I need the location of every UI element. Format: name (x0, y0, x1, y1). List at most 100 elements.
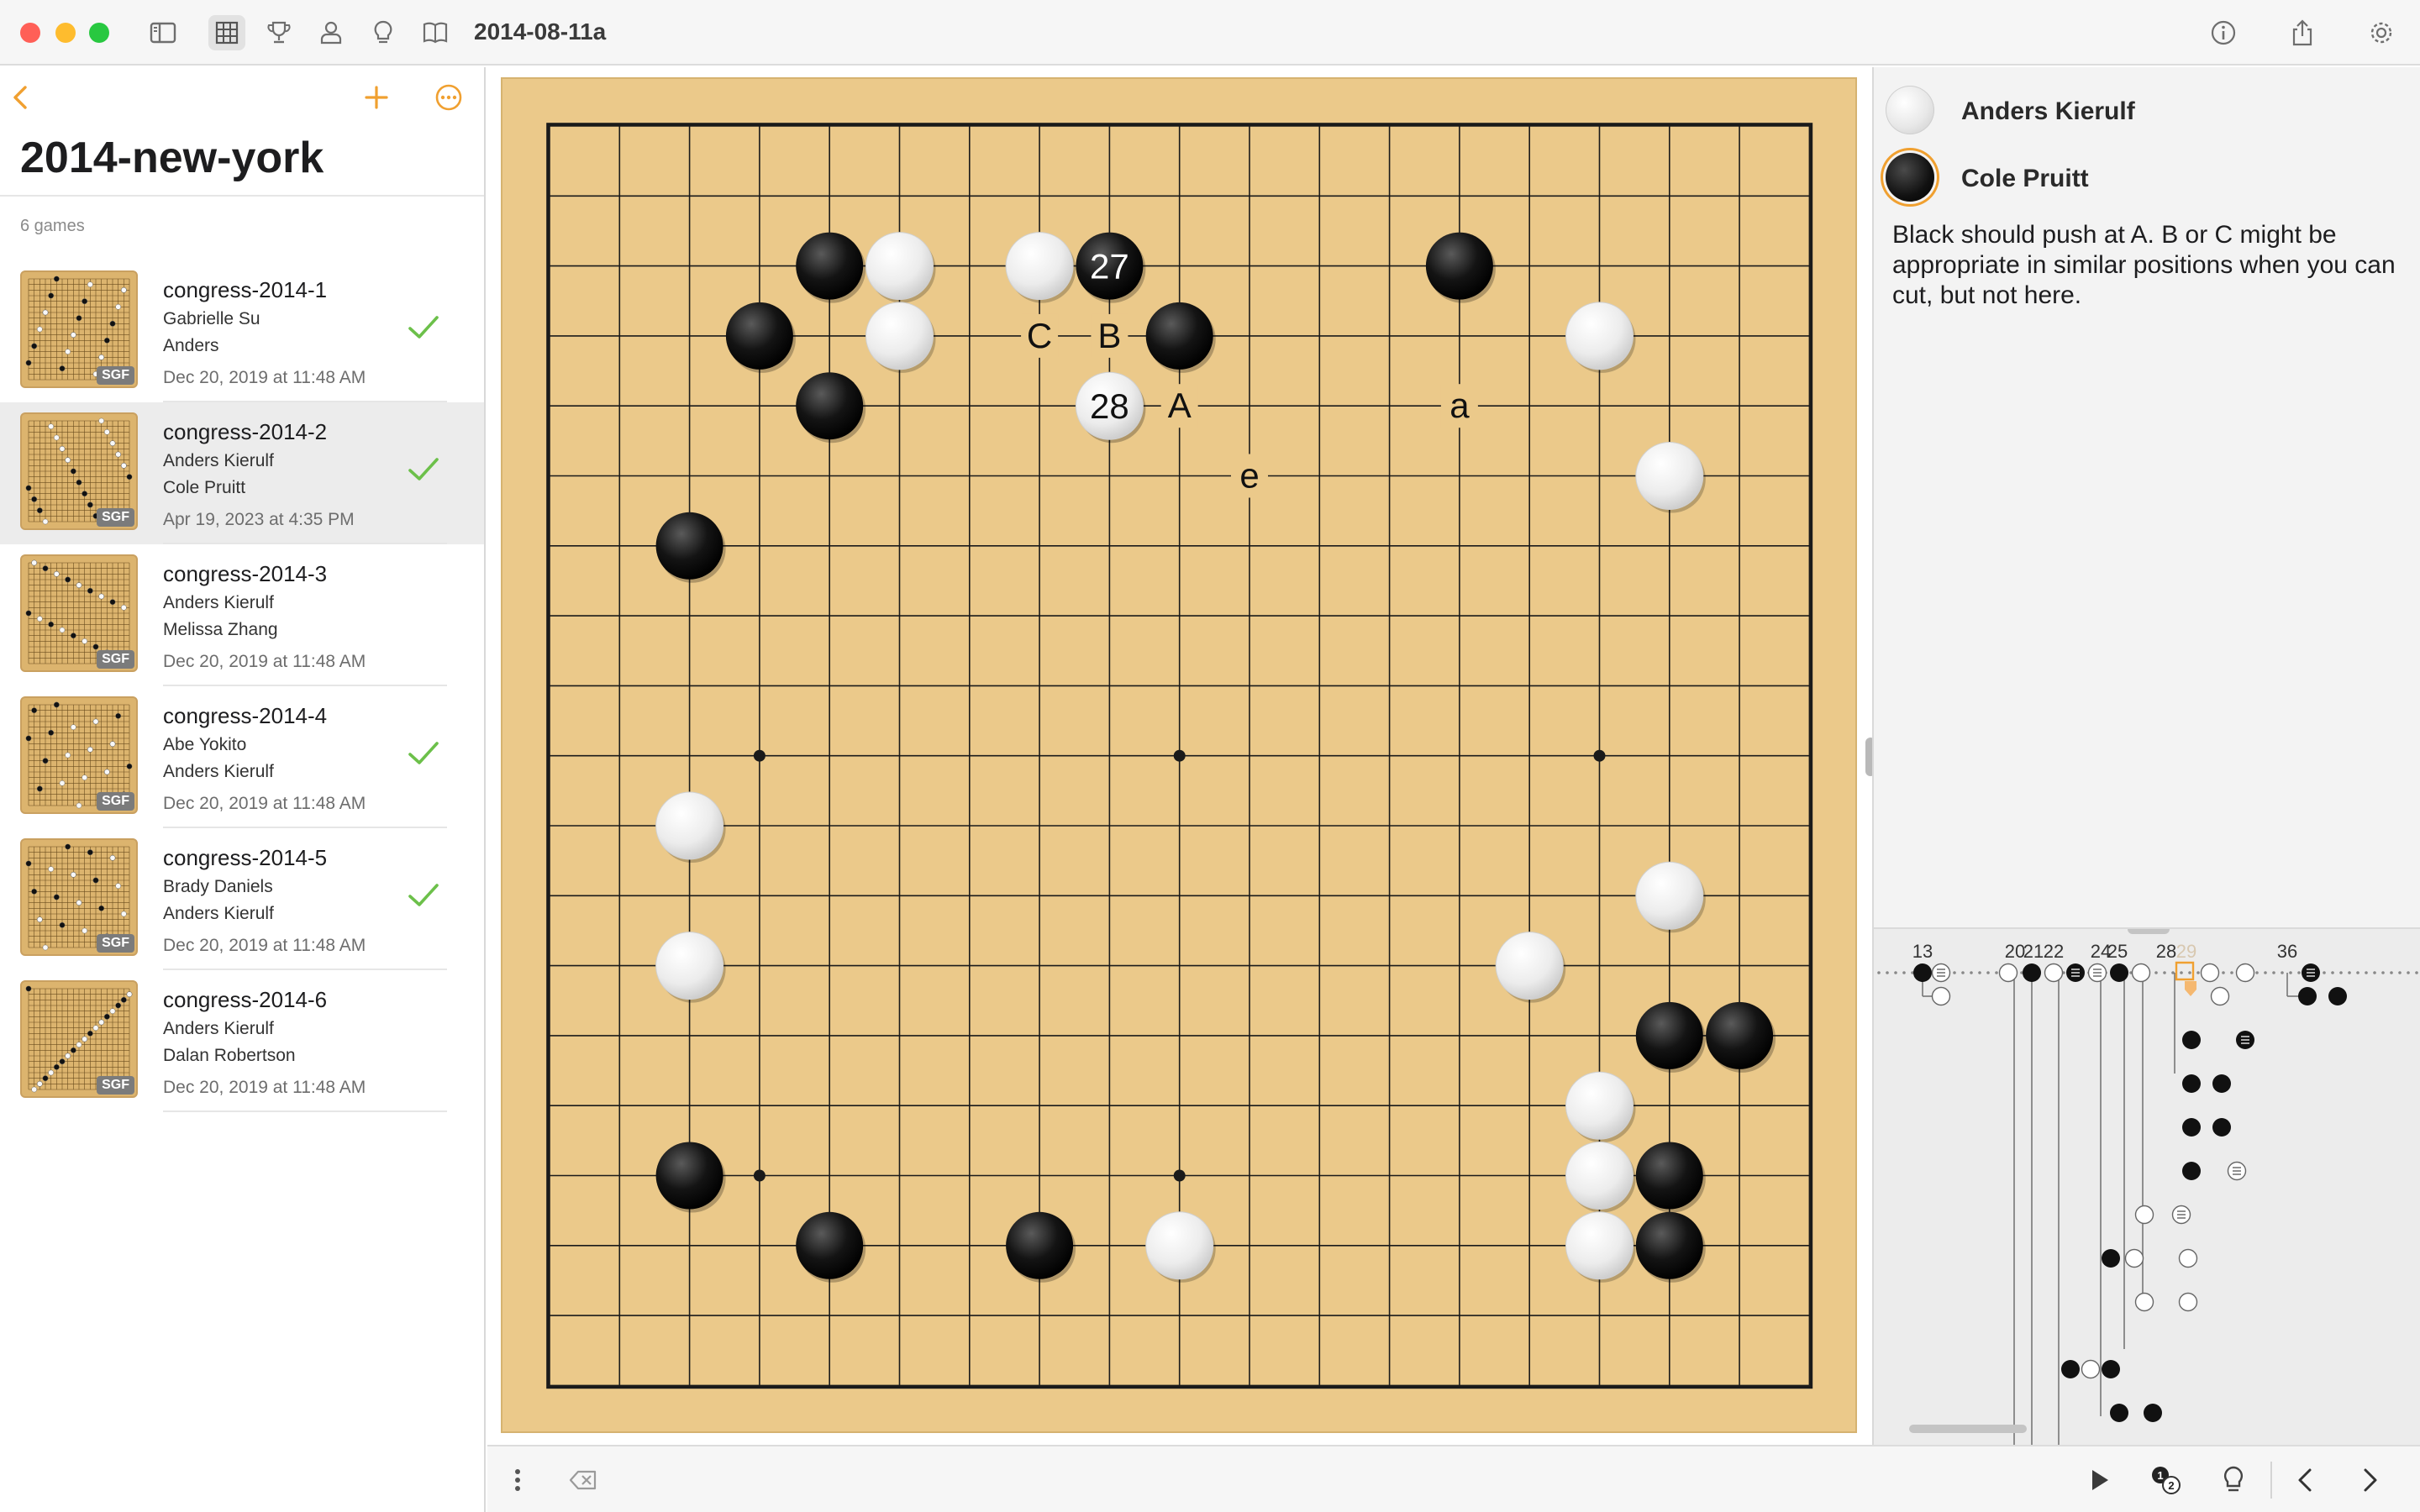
black-stone-icon (1886, 153, 1934, 202)
game-player1: Abe Yokito (163, 735, 247, 754)
checkmark-icon (408, 458, 439, 480)
tree-white-node (2124, 1248, 2144, 1268)
game-thumbnail: SGF (20, 270, 138, 388)
tree-dot (1961, 971, 1965, 974)
board-letter-label: e (1239, 456, 1259, 496)
tree-dot (2415, 971, 2418, 974)
minimize-window-button[interactable] (55, 23, 76, 43)
tree-black-node (1913, 963, 1932, 982)
tree-dot (2163, 971, 2166, 974)
more-options-icon[interactable] (430, 79, 467, 116)
tree-move-label: 13 (1912, 941, 1933, 962)
current-move-pin (2185, 981, 2196, 996)
tree-dot (2356, 971, 2360, 974)
share-icon[interactable] (2284, 15, 2321, 50)
game-player1: Anders Kierulf (163, 1019, 274, 1038)
move-numbers-icon[interactable]: 12 (2146, 1460, 2186, 1500)
add-game-icon[interactable] (358, 79, 395, 116)
game-list-item[interactable]: SGF congress-2014-3 Anders Kierulf Melissa … (0, 544, 484, 686)
tree-black-node (2144, 1404, 2162, 1422)
tree-dot (1886, 971, 1889, 974)
tree-move-label: 29 (2176, 941, 2196, 962)
tree-dot (2230, 971, 2233, 974)
tree-white-node (2200, 963, 2220, 983)
tree-white-node (2131, 963, 2151, 983)
game-tree-panel[interactable]: 13 20 21 22 24 25 28 29 36 (1874, 927, 2420, 1445)
board-canvas[interactable]: 27 28 C B A a e (502, 79, 1855, 1431)
tree-black-node (2102, 1249, 2120, 1268)
next-icon[interactable] (2349, 1460, 2390, 1500)
row-separator (163, 1110, 447, 1112)
tree-dot (2381, 971, 2385, 974)
game-name: congress-2014-2 (163, 419, 328, 444)
black-player-name: Cole Pruitt (1961, 165, 2089, 192)
game-list-item[interactable]: SGF congress-2014-5 Brady Daniels Anders Ki… (0, 828, 484, 970)
tree-black-node (2102, 1360, 2120, 1378)
board-letter-label: B (1097, 316, 1121, 355)
lightbulb-icon[interactable] (365, 15, 402, 50)
tree-dot (2196, 971, 2200, 974)
game-list-item[interactable]: SGF congress-2014-2 Anders Kierulf Cole Pru… (0, 402, 484, 544)
tree-dot (1995, 971, 1998, 974)
move-comment[interactable]: Black should push at A. B or C might be … (1892, 220, 2405, 311)
sgf-badge: SGF (97, 1076, 134, 1095)
tree-dot (1894, 971, 1897, 974)
trophy-icon[interactable] (260, 15, 297, 50)
close-window-button[interactable] (20, 23, 40, 43)
current-move-highlight (2175, 961, 2195, 981)
tree-dot (2398, 971, 2402, 974)
black-stone (1635, 1142, 1703, 1210)
star-point (753, 749, 765, 762)
sidebar-toggle-icon[interactable] (145, 15, 182, 50)
svg-text:1: 1 (2157, 1469, 2163, 1482)
game-player2: Anders Kierulf (163, 762, 274, 781)
sgf-badge: SGF (97, 508, 134, 527)
game-list-item[interactable]: SGF congress-2014-6 Anders Kierulf Dalan Ro… (0, 970, 484, 1112)
collection-title: 2014-new-york (20, 134, 324, 182)
game-player2: Cole Pruitt (163, 478, 246, 497)
game-name: congress-2014-1 (163, 277, 328, 302)
gear-icon[interactable] (2363, 15, 2400, 50)
tree-dot (2339, 971, 2343, 974)
sgf-badge: SGF (97, 934, 134, 953)
tree-scrollbar (1909, 1425, 2027, 1433)
book-icon[interactable] (417, 15, 454, 50)
back-chevron-icon[interactable] (3, 79, 40, 116)
game-date: Apr 19, 2023 at 4:35 PM (163, 510, 355, 529)
tree-dot (2180, 971, 2183, 974)
tree-black-node (2110, 963, 2128, 982)
info-panel: Anders Kierulf Cole Pruitt Black should … (1872, 67, 2420, 1445)
sgf-badge: SGF (97, 792, 134, 811)
tree-white-node (2178, 1248, 2198, 1268)
tree-white-node (2210, 986, 2230, 1006)
game-list-item[interactable]: SGF congress-2014-4 Abe Yokito Anders Kieru… (0, 686, 484, 828)
game-thumbnail: SGF (20, 412, 138, 530)
white-player-row: Anders Kierulf (1886, 79, 2407, 138)
white-stone (655, 932, 724, 1000)
grid-view-icon[interactable] (208, 15, 245, 50)
game-name: congress-2014-6 (163, 987, 328, 1012)
tree-dot (2365, 971, 2368, 974)
game-list-item[interactable]: SGF congress-2014-1 Gabrielle Su Anders Dec … (0, 260, 484, 402)
game-player2: Anders (163, 336, 219, 355)
more-vertical-icon[interactable] (497, 1460, 538, 1500)
game-date: Dec 20, 2019 at 11:48 AM (163, 368, 366, 387)
previous-icon[interactable] (2286, 1460, 2326, 1500)
delete-icon[interactable] (563, 1460, 603, 1500)
game-player2: Melissa Zhang (163, 620, 278, 639)
game-player1: Brady Daniels (163, 877, 273, 896)
tree-white-node (2044, 963, 2064, 983)
tree-dot (2331, 971, 2334, 974)
person-icon[interactable] (313, 15, 350, 50)
play-icon[interactable] (2079, 1460, 2119, 1500)
go-board[interactable]: 27 28 C B Aa e (501, 77, 1857, 1433)
zoom-window-button[interactable] (89, 23, 109, 43)
hint-lightbulb-icon[interactable] (2213, 1460, 2254, 1500)
black-stone (1706, 1001, 1774, 1069)
game-tree[interactable]: 13 2021 22 2425 28 29 36 (1874, 929, 2420, 1445)
info-icon[interactable] (2205, 15, 2242, 50)
tree-black-node (2061, 1360, 2080, 1378)
star-point (1593, 749, 1606, 762)
sidebar-divider (0, 195, 484, 197)
game-date: Dec 20, 2019 at 11:48 AM (163, 1078, 366, 1097)
